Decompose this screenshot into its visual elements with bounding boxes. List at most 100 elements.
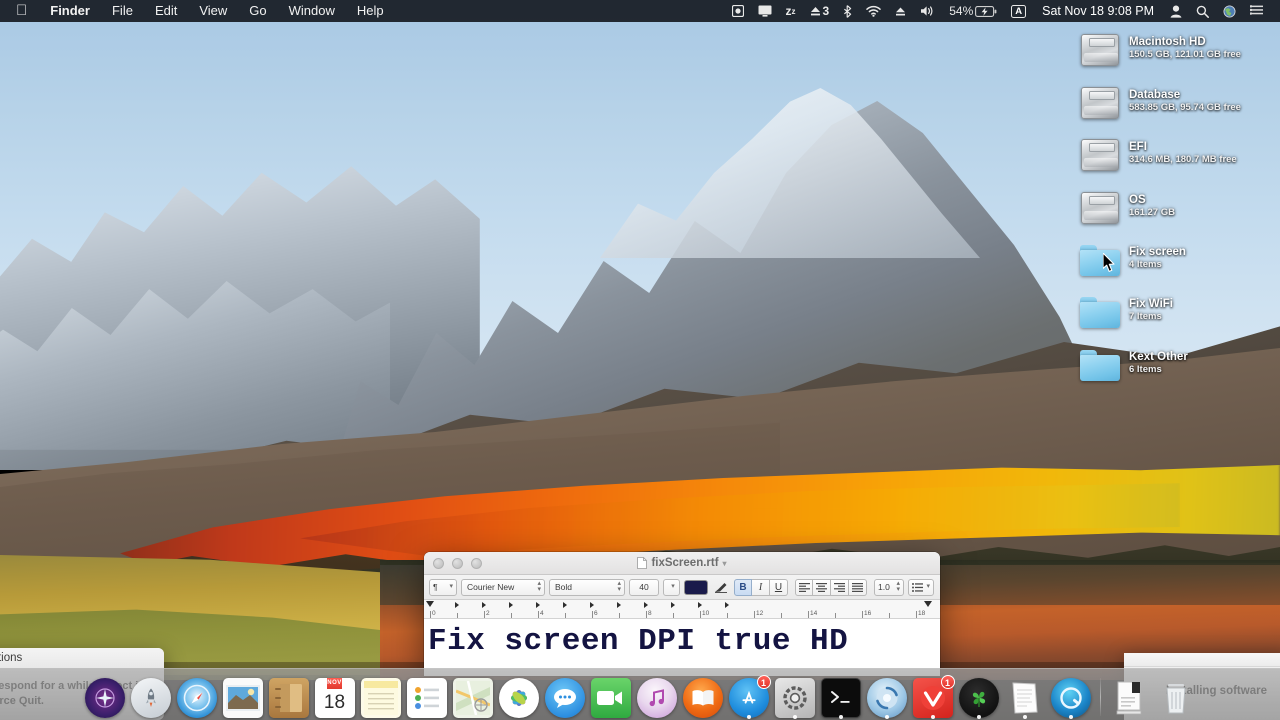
dock-item-contacts[interactable] [268, 676, 310, 718]
tab-stop[interactable] [509, 602, 513, 608]
list-style-dropdown[interactable]: ▾ [908, 578, 934, 596]
highlight-pen-icon[interactable] [712, 579, 730, 596]
textedit-titlebar[interactable]: fixScreen.rtf ▾ [424, 552, 940, 575]
tab-stop[interactable] [563, 602, 567, 608]
menu-item-view[interactable]: View [188, 0, 238, 22]
dock-item-launchpad[interactable] [130, 676, 172, 718]
menu-item-edit[interactable]: Edit [144, 0, 188, 22]
desktop-icon-label: Kext Other [1129, 351, 1188, 363]
bullet-list-icon [912, 582, 923, 592]
dock-item-terminal[interactable] [820, 676, 862, 719]
dock-item-maps[interactable] [452, 676, 494, 718]
menu-item-go[interactable]: Go [238, 0, 277, 22]
battery-percent[interactable]: 54% [942, 0, 975, 22]
italic-button[interactable]: I [752, 578, 770, 596]
close-button[interactable] [433, 557, 444, 569]
volume-icon[interactable] [913, 0, 942, 22]
globe-icon[interactable] [1216, 0, 1243, 22]
desktop-icon-database[interactable]: Database 583.85 GB, 95.74 GB free [1078, 83, 1278, 131]
tab-stop[interactable] [455, 602, 459, 608]
dock-item-disk-utility[interactable] [866, 676, 908, 719]
input-source-icon[interactable]: A [1004, 0, 1033, 22]
underline-button[interactable]: U [770, 578, 788, 596]
tab-stop[interactable] [590, 602, 594, 608]
dock-item-trash[interactable] [1155, 676, 1197, 718]
tab-stop[interactable] [725, 602, 729, 608]
dock-separator [1099, 678, 1101, 716]
dock-item-quicktime[interactable] [1050, 676, 1092, 719]
tab-stop[interactable] [617, 602, 621, 608]
wifi-icon[interactable] [859, 0, 888, 22]
dock-item-siri[interactable] [84, 676, 126, 718]
align-center-icon[interactable] [813, 578, 831, 596]
desktop-icon-label: Fix screen [1129, 246, 1186, 258]
zoom-button[interactable] [471, 557, 482, 569]
search-icon[interactable] [1189, 0, 1216, 22]
font-family-dropdown[interactable]: Courier New ▴ ▾ [461, 578, 545, 596]
align-justify-icon[interactable] [849, 578, 867, 596]
eject-icon-2[interactable] [888, 0, 913, 22]
desktop-icon-label: EFI [1129, 141, 1147, 153]
first-line-indent-marker[interactable] [426, 601, 434, 607]
align-right-icon[interactable] [831, 578, 849, 596]
dock-item-ibooks[interactable] [682, 676, 724, 718]
textedit-ruler[interactable]: 0 2 4 6 8 10 12 14 16 18 [424, 600, 940, 619]
desktop-icon-macintosh-hd[interactable]: Macintosh HD 150.5 GB, 121.01 GB free [1078, 30, 1278, 78]
dock-item-clover[interactable] [958, 676, 1000, 719]
tab-stop[interactable] [536, 602, 540, 608]
document-text[interactable]: Fix screen DPI true HD [428, 622, 940, 662]
record-icon[interactable] [725, 0, 751, 22]
dock-item-messages[interactable] [544, 676, 586, 718]
desktop-icon-kext-other[interactable]: Kext Other 6 Items [1078, 345, 1278, 393]
tab-stop[interactable] [671, 602, 675, 608]
chevron-down-icon: ▾ [449, 583, 453, 590]
user-icon[interactable] [1163, 0, 1189, 22]
stepper-icon: ▴ ▾ [537, 580, 541, 593]
dock-item-textedit[interactable] [1004, 676, 1046, 719]
dock-item-itunes[interactable] [636, 676, 678, 718]
dock-item-calendar[interactable]: NOV 18 [314, 676, 356, 718]
battery-charging-icon[interactable] [975, 0, 1004, 22]
chevron-down-icon[interactable]: ▾ [723, 559, 727, 568]
sleep-zz-icon[interactable]: zz [779, 0, 803, 22]
minimize-button[interactable] [452, 557, 463, 569]
desktop-icon-os[interactable]: OS 161.27 GB [1078, 188, 1278, 236]
font-style-dropdown[interactable]: Bold ▴ ▾ [549, 578, 625, 596]
text-color-swatch[interactable] [684, 579, 708, 595]
bluetooth-icon[interactable] [836, 0, 859, 22]
textedit-window[interactable]: fixScreen.rtf ▾ ¶ ▾ Courier New ▴ ▾ Bold … [424, 552, 940, 676]
font-size-dropdown[interactable]: ▾ [663, 578, 680, 596]
dock-item-facetime[interactable] [590, 676, 632, 718]
menu-item-window[interactable]: Window [278, 0, 346, 22]
line-spacing-dropdown[interactable]: 1.0 ▴ ▾ [874, 578, 904, 596]
paragraph-style-dropdown[interactable]: ¶ ▾ [429, 578, 457, 596]
dock-item-mail[interactable] [222, 676, 264, 718]
dock-item-system-preferences[interactable] [774, 676, 816, 719]
menu-item-help[interactable]: Help [346, 0, 395, 22]
dock-item-vivaldi[interactable]: 1 [912, 675, 955, 719]
display-icon[interactable] [751, 0, 779, 22]
desktop-icon-fix-screen[interactable]: Fix screen 4 Items [1078, 240, 1278, 288]
eject-icon-1[interactable]: 3 [803, 0, 837, 22]
align-left-icon[interactable] [795, 578, 813, 596]
dock-item-reminders[interactable] [406, 676, 448, 718]
font-size-input[interactable]: 40 [629, 578, 659, 596]
menu-bar-clock[interactable]: Sat Nov 18 9:08 PM [1033, 4, 1163, 18]
menu-item-finder[interactable]: Finder [39, 0, 101, 22]
apple-logo-icon[interactable]:  [6, 0, 39, 22]
dock-item-app-store[interactable]: 1 [728, 675, 771, 719]
document-icon [637, 557, 648, 569]
desktop-icon-efi[interactable]: EFI 314.6 MB, 180.7 MB free [1078, 135, 1278, 183]
menu-item-file[interactable]: File [101, 0, 144, 22]
tab-stop[interactable] [482, 602, 486, 608]
notification-center-icon[interactable] [1243, 0, 1270, 22]
dock-item-photos[interactable] [498, 676, 540, 718]
right-indent-marker[interactable] [924, 601, 932, 607]
dock-item-safari[interactable] [176, 676, 218, 718]
dock-item-notes[interactable] [360, 676, 402, 718]
dock-item-downloads[interactable] [1109, 676, 1151, 718]
tab-stop[interactable] [644, 602, 648, 608]
bold-button[interactable]: B [734, 578, 752, 596]
desktop-icon-fix-wifi[interactable]: Fix WiFi 7 Items [1078, 292, 1278, 340]
tab-stop[interactable] [698, 602, 702, 608]
